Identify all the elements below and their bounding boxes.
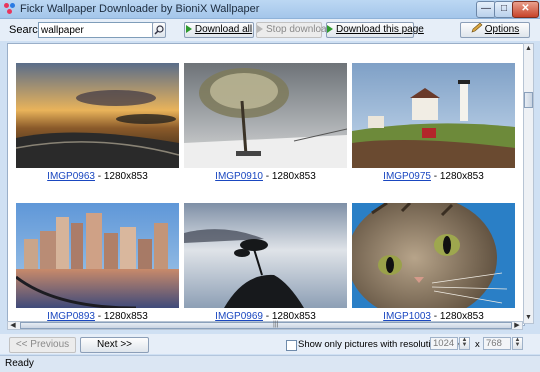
scroll-left-arrow-icon[interactable]: ◀	[8, 321, 18, 330]
status-text: Ready	[5, 358, 34, 369]
maximize-button[interactable]: □	[494, 1, 514, 18]
image-gallery: IMGP0963 - 1280x853 IMGP0910 - 1280x853 …	[7, 43, 525, 326]
bottom-bar: << Previous Next >> Show only pictures w…	[0, 334, 540, 354]
thumbnail-sunset[interactable]	[16, 63, 179, 168]
min-width-input[interactable]	[430, 337, 458, 350]
scroll-right-arrow-icon[interactable]: ▶	[512, 321, 522, 330]
scroll-up-arrow-icon[interactable]: ▲	[524, 44, 533, 54]
search-input[interactable]	[38, 22, 154, 38]
image-link[interactable]: IMGP0910	[215, 171, 263, 182]
close-button[interactable]: ✕	[512, 1, 539, 18]
toolbar: Search Download all Stop download Downlo…	[0, 19, 540, 41]
vertical-scroll-thumb[interactable]	[524, 92, 533, 108]
thumbnail-city[interactable]	[16, 203, 179, 308]
magnifier-icon	[154, 25, 164, 35]
app-icon	[4, 3, 16, 15]
title-bar: Fickr Wallpaper Downloader by BioniX Wal…	[0, 0, 540, 19]
play-arrow-icon	[185, 25, 192, 33]
horizontal-scrollbar[interactable]: ◀ ||| ▶	[7, 321, 523, 330]
grip-icon: |||	[273, 321, 279, 328]
resolution-filter-checkbox[interactable]	[286, 340, 297, 351]
play-arrow-icon	[327, 25, 333, 33]
vertical-scrollbar[interactable]: ▲ ▼	[523, 43, 534, 324]
thumbnail-cat[interactable]	[352, 203, 515, 308]
horizontal-scroll-thumb[interactable]: |||	[20, 321, 512, 329]
options-label: Options	[484, 24, 520, 35]
resolution-separator: x	[475, 339, 480, 350]
stop-download-label: Stop download	[266, 24, 333, 35]
next-button[interactable]: Next >>	[80, 337, 149, 353]
caption: IMGP0910 - 1280x853	[184, 171, 347, 182]
image-link[interactable]: IMGP0975	[383, 171, 431, 182]
thumbnail-snow-tree[interactable]	[184, 63, 347, 168]
window-title: Fickr Wallpaper Downloader by BioniX Wal…	[20, 3, 260, 15]
thumbnail-lighthouse[interactable]	[352, 63, 515, 168]
download-page-button[interactable]: Download this page	[326, 22, 424, 38]
pencil-icon	[471, 22, 483, 33]
height-spinner[interactable]: ▲ ▼	[512, 337, 523, 350]
options-button[interactable]: Options	[460, 22, 530, 38]
download-all-button[interactable]: Download all	[184, 22, 254, 38]
download-all-label: Download all	[194, 24, 253, 35]
min-height-input[interactable]	[483, 337, 511, 350]
caption: IMGP0975 - 1280x853	[352, 171, 515, 182]
previous-button[interactable]: << Previous	[9, 337, 76, 353]
search-button[interactable]	[152, 22, 166, 38]
thumbnail-coast[interactable]	[184, 203, 347, 308]
image-size: - 1280x853	[262, 171, 316, 182]
image-link[interactable]: IMGP0963	[47, 171, 95, 182]
minimize-button[interactable]: —	[476, 1, 496, 18]
image-size: - 1280x853	[430, 171, 484, 182]
play-arrow-icon	[257, 25, 263, 33]
status-bar: Ready	[0, 355, 540, 372]
image-size: - 1280x853	[94, 171, 148, 182]
download-page-label: Download this page	[336, 24, 424, 35]
scroll-down-arrow-icon[interactable]: ▼	[524, 313, 533, 323]
width-spinner[interactable]: ▲ ▼	[459, 337, 470, 350]
caption: IMGP0963 - 1280x853	[16, 171, 179, 182]
stop-download-button[interactable]: Stop download	[256, 22, 332, 38]
